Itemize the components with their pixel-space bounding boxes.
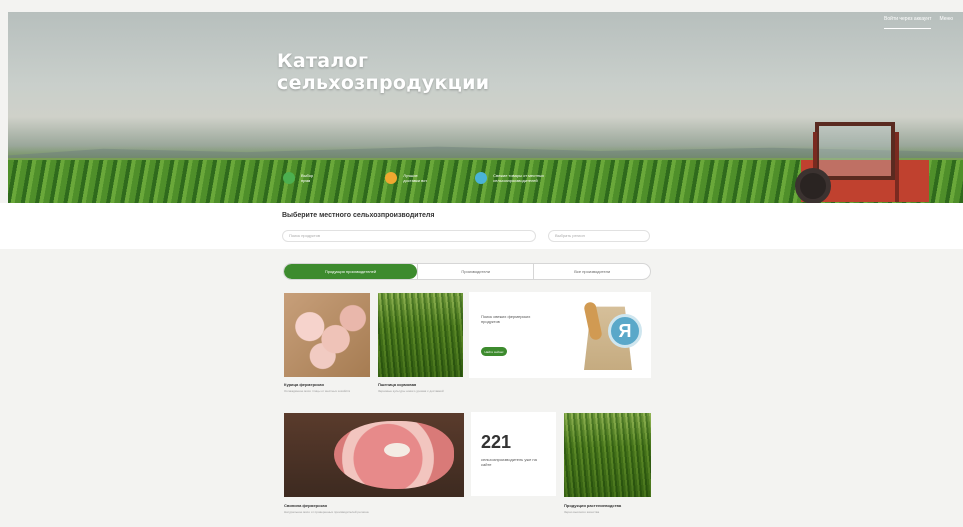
farm-icon	[475, 172, 488, 184]
chicken-image[interactable]	[284, 293, 370, 377]
feature-text: Свежие товары от местных сельхозпроизвод…	[493, 173, 545, 183]
feature-item: Свежие товары от местных сельхозпроизвод…	[475, 172, 544, 184]
tab-all-producers[interactable]: Все производители	[533, 264, 650, 279]
card-title[interactable]: Свинина фермерская	[284, 503, 327, 508]
search-title: Выберите местного сельхозпроизводителя	[282, 212, 435, 219]
tractor-wheel	[795, 168, 831, 203]
tab-producers[interactable]: Производители	[416, 264, 534, 279]
search-input[interactable]: Поиск продуктов	[282, 230, 536, 242]
producer-count-text: сельхозпроизводитель уже на сайте	[481, 457, 537, 467]
wheat-image-2[interactable]	[564, 413, 651, 497]
login-link[interactable]: Войти через аккаунт	[884, 16, 932, 29]
menu-link[interactable]: Меню	[939, 16, 953, 29]
tractor-post	[895, 132, 899, 202]
tractor-cab	[815, 122, 895, 180]
producer-count-card: 221 сельхозпроизводитель уже на сайте	[471, 412, 556, 496]
page-title: Каталог сельхозпродукции	[277, 50, 489, 94]
promo-text: Поиск свежих фермерских продуктов	[481, 314, 531, 324]
leaf-icon	[283, 172, 295, 184]
card-text: Зерно высокого качества	[564, 510, 600, 514]
region-select[interactable]: Выбрать регион	[548, 230, 650, 242]
top-nav: Войти через аккаунт Меню	[884, 16, 953, 29]
feature-item: Выбор прям	[283, 172, 313, 184]
catalog-tabs: Продукция производителей Производители В…	[283, 263, 651, 280]
features-row: Выбор прям Лучшие доставки вот Свежие то…	[283, 172, 588, 184]
tractor-image	[791, 120, 936, 203]
producer-count: 221	[481, 432, 512, 452]
feature-item: Лучшие доставки вот	[385, 172, 427, 184]
meat-image[interactable]	[284, 413, 464, 497]
promo-card: Поиск свежих фермерских продуктов Найти …	[469, 292, 651, 378]
card-title[interactable]: Продукция растениеводства	[564, 503, 621, 508]
tab-products[interactable]: Продукция производителей	[284, 264, 417, 279]
search-panel: Выберите местного сельхозпроизводителя П…	[0, 203, 963, 249]
feature-text: Выбор прям	[301, 173, 314, 183]
title-line-2: сельхозпродукции	[277, 72, 490, 94]
bone	[384, 443, 410, 457]
yandex-badge-icon: Я	[608, 314, 642, 348]
promo-button[interactable]: Найти сейчас	[481, 347, 507, 356]
card-text: Зерновые культуры нового урожая с достав…	[378, 389, 444, 393]
card-title[interactable]: Пшеница кормовая	[378, 382, 416, 387]
delivery-icon	[385, 172, 398, 184]
card-title[interactable]: Курица фермерская	[284, 382, 324, 387]
feature-text: Лучшие доставки вот	[403, 173, 428, 183]
card-text: Натуральное мясо от проверенных производ…	[284, 510, 369, 514]
wheat-image[interactable]	[378, 293, 463, 377]
title-line-1: Каталог	[277, 50, 369, 72]
card-text: Охлаждённое мясо птицы от местных хозяйс…	[284, 389, 351, 393]
